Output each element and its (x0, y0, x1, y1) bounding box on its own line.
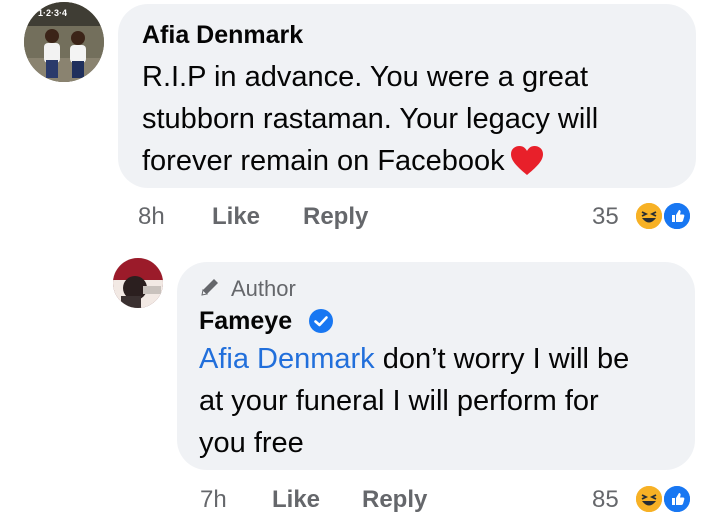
author-avatar[interactable] (113, 258, 163, 308)
comment-author-name[interactable]: Afia Denmark (142, 20, 303, 50)
reply-text-line: Afia Denmark don’t worry I will be (199, 338, 629, 380)
comment-time[interactable]: 8h (138, 202, 165, 232)
reply-text-line: at your funeral I will perform for (199, 385, 599, 417)
commenter-avatar[interactable]: 1·2·3·4 (24, 2, 104, 82)
reply-text-rest: don’t worry I will be (374, 343, 630, 375)
haha-reaction-icon (634, 201, 664, 231)
reply-reaction-count[interactable]: 85 (592, 485, 619, 515)
like-reaction-icon (662, 201, 692, 231)
heart-icon (510, 146, 543, 188)
comment-like-button[interactable]: Like (212, 202, 260, 232)
haha-reaction-icon (634, 484, 664, 514)
reply-text-line: you free (199, 427, 304, 459)
comment-text-line: R.I.P in advance. You were a great (142, 61, 589, 93)
comment-reply-button[interactable]: Reply (303, 202, 368, 232)
like-reaction-icon (662, 484, 692, 514)
comment-reaction-count[interactable]: 35 (592, 202, 619, 232)
reply-reply-button[interactable]: Reply (362, 485, 427, 515)
author-badge-label: Author (231, 276, 296, 301)
comment-text-line: stubborn rastaman. Your legacy will (142, 103, 599, 135)
reply-like-button[interactable]: Like (272, 485, 320, 515)
reply-time[interactable]: 7h (200, 485, 227, 515)
reply-bubble: Author Fameye Afia Denmark don’t worry I… (177, 262, 695, 470)
avatar-badge-text: 1·2·3·4 (38, 8, 68, 18)
pencil-icon (199, 276, 221, 303)
comment-text-line-last: forever remain on Facebook (142, 140, 543, 188)
verified-badge-icon (309, 309, 333, 338)
comment-bubble: Afia Denmark R.I.P in advance. You were … (118, 4, 696, 188)
reply-author-name[interactable]: Fameye (199, 306, 292, 336)
comment-text-line: forever remain on Facebook (142, 145, 505, 177)
mention-link[interactable]: Afia Denmark (199, 343, 375, 375)
